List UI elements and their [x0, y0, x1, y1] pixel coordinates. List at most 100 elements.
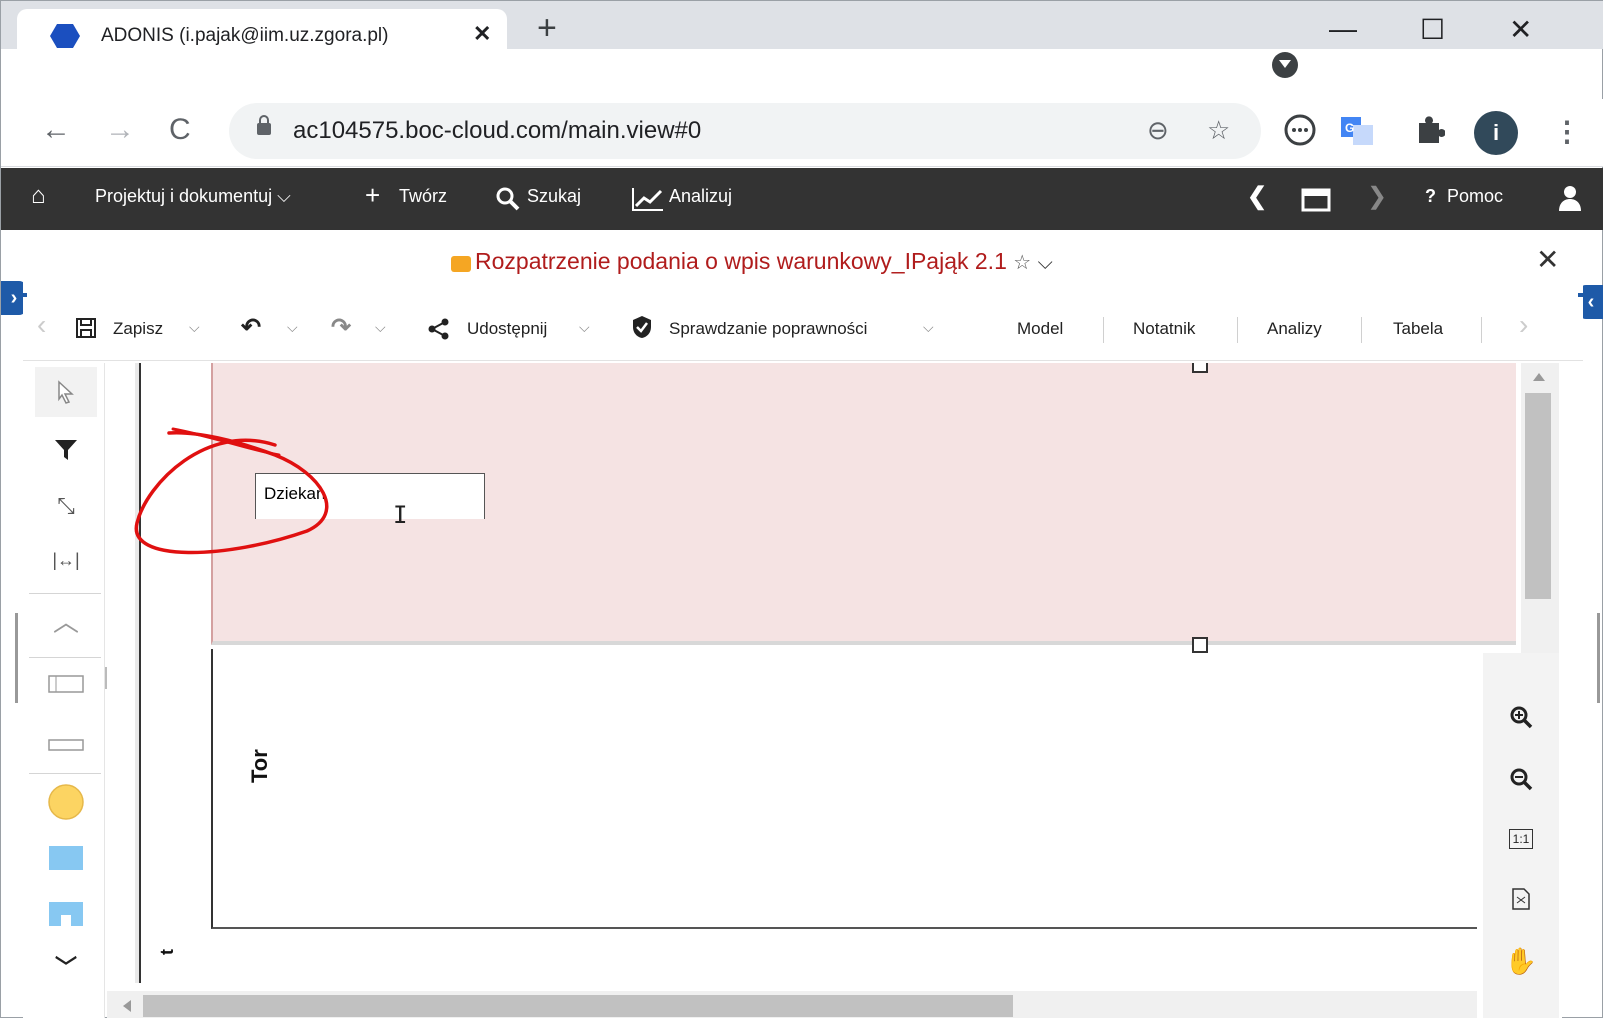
- connector-arrows-icon[interactable]: ⤡: [35, 481, 97, 531]
- nav-projektuj[interactable]: Projektuj i dokumentuj ⌵: [95, 186, 291, 207]
- tab-notatnik[interactable]: Notatnik: [1133, 319, 1195, 339]
- validate-button[interactable]: Sprawdzanie poprawności: [669, 319, 867, 339]
- resize-handle-top[interactable]: [1192, 363, 1208, 373]
- scroll-up-icon[interactable]: [1533, 373, 1545, 381]
- shield-check-icon: [633, 316, 651, 338]
- tab-strip: ADONIS (i.pajak@iim.uz.zgora.pl) ✕ + — ☐…: [1, 1, 1603, 57]
- horizontal-scrollbar[interactable]: [107, 991, 1477, 1018]
- nav-projektuj-label: Projektuj i dokumentuj: [95, 186, 273, 206]
- tab-search-icon[interactable]: [1272, 52, 1298, 78]
- home-icon[interactable]: ⌂: [31, 182, 46, 210]
- model-close-icon[interactable]: ✕: [1536, 243, 1559, 276]
- scroll-left-icon[interactable]: ‹: [37, 309, 46, 341]
- chart-line-icon: [632, 188, 663, 211]
- model-title[interactable]: Rozpatrzenie podania o wpis warunkowy_IP…: [475, 248, 1053, 275]
- chevron-up-icon[interactable]: ︿: [35, 597, 97, 647]
- lane[interactable]: [211, 649, 1477, 929]
- zoom-actual-size-button[interactable]: 1:1: [1503, 821, 1539, 857]
- maximize-icon[interactable]: ☐: [1420, 13, 1445, 46]
- tab-title: ADONIS (i.pajak@iim.uz.zgora.pl): [101, 25, 389, 46]
- zoom-controls: 1:1 ✋: [1483, 653, 1559, 1018]
- select-pointer-icon[interactable]: [35, 367, 97, 417]
- pan-hand-icon[interactable]: ✋: [1503, 943, 1539, 979]
- redo-icon[interactable]: ↷: [331, 313, 351, 342]
- bookmark-star-icon[interactable]: ☆: [1207, 115, 1230, 146]
- model-toolbar: ‹ Zapisz ⌵ ↶ ⌵ ↷ ⌵ Udostępnij ⌵ Sprawdza…: [23, 297, 1583, 361]
- resize-handle-bottom[interactable]: [1192, 637, 1208, 653]
- nav-pomoc[interactable]: Pomoc: [1447, 186, 1503, 207]
- profile-avatar[interactable]: i: [1474, 111, 1518, 155]
- address-bar[interactable]: ac104575.boc-cloud.com/main.view#0 ⊖ ☆: [229, 103, 1261, 159]
- filter-icon[interactable]: [35, 425, 97, 475]
- right-splitter[interactable]: [1597, 613, 1600, 703]
- extensions-puzzle-icon[interactable]: [1413, 113, 1445, 147]
- lane-shape-icon[interactable]: [35, 717, 97, 767]
- help-icon: ?: [1425, 186, 1436, 206]
- minimize-icon[interactable]: —: [1329, 13, 1357, 45]
- left-splitter[interactable]: [15, 613, 18, 703]
- extension-chat-icon[interactable]: [1283, 113, 1317, 147]
- subprocess-shape-icon[interactable]: [35, 889, 97, 939]
- pool-label: t: [157, 949, 177, 955]
- divider: [1103, 317, 1104, 343]
- zoom-1-1-label: 1:1: [1508, 829, 1534, 849]
- reload-icon[interactable]: C: [169, 113, 191, 147]
- zoom-out-icon[interactable]: [1503, 761, 1539, 797]
- browser-window: ADONIS (i.pajak@iim.uz.zgora.pl) ✕ + — ☐…: [0, 0, 1603, 1018]
- redo-dropdown-icon[interactable]: ⌵: [375, 319, 386, 336]
- activity-shape-icon[interactable]: [35, 833, 97, 883]
- vertical-scrollbar[interactable]: [1521, 363, 1559, 653]
- chevron-right-icon[interactable]: ❯: [1367, 182, 1387, 211]
- model-title-bar: Rozpatrzenie podania o wpis warunkowy_IP…: [23, 233, 1583, 293]
- model-icon: [451, 256, 471, 272]
- tab-tabela[interactable]: Tabela: [1393, 319, 1443, 339]
- divider: [29, 593, 101, 594]
- nav-tworz[interactable]: Twórz: [399, 186, 447, 207]
- undo-dropdown-icon[interactable]: ⌵: [287, 319, 298, 336]
- pool-shape-icon[interactable]: [35, 659, 97, 709]
- share-icon: [428, 318, 449, 340]
- save-button[interactable]: Zapisz: [113, 319, 163, 339]
- user-icon[interactable]: [1557, 184, 1583, 212]
- save-dropdown-icon[interactable]: ⌵: [189, 319, 200, 336]
- chevron-down-icon[interactable]: ⌵: [1038, 252, 1053, 274]
- adonis-hexagon-icon: [50, 24, 80, 48]
- chevron-down-icon[interactable]: ﹀: [35, 943, 97, 993]
- model-title-text: Rozpatrzenie podania o wpis warunkowy_IP…: [475, 248, 1007, 274]
- tab-model[interactable]: Model: [1017, 319, 1063, 339]
- fit-page-icon[interactable]: [1503, 881, 1539, 917]
- tab-analizy[interactable]: Analizy: [1267, 319, 1322, 339]
- validate-dropdown-icon[interactable]: ⌵: [923, 319, 934, 336]
- url-text: ac104575.boc-cloud.com/main.view#0: [293, 117, 702, 144]
- nav-analizuj[interactable]: Analizuj: [669, 186, 732, 207]
- undo-icon[interactable]: ↶: [241, 313, 261, 342]
- favorite-star-icon[interactable]: ☆: [1013, 252, 1031, 274]
- divider: [1481, 317, 1482, 343]
- nav-szukaj[interactable]: Szukaj: [527, 186, 581, 207]
- start-event-circle-icon[interactable]: [35, 777, 97, 827]
- zoom-out-icon[interactable]: ⊖: [1147, 115, 1169, 146]
- scroll-right-icon[interactable]: ›: [1519, 309, 1528, 341]
- app-nav-bar: ⌂ Projektuj i dokumentuj ⌵ + Twórz Szuka…: [1, 168, 1603, 230]
- new-tab-button[interactable]: +: [537, 9, 557, 48]
- window-icon[interactable]: [1301, 188, 1331, 212]
- browser-menu-icon[interactable]: ⋮: [1553, 115, 1581, 148]
- tab-close-icon[interactable]: ✕: [473, 21, 491, 47]
- zoom-in-icon[interactable]: [1503, 699, 1539, 735]
- scroll-left-arrow-icon[interactable]: [123, 1000, 131, 1012]
- horizontal-scroll-thumb[interactable]: [143, 995, 1013, 1017]
- google-translate-icon[interactable]: G: [1339, 113, 1375, 147]
- lane-label: Tor: [247, 749, 272, 783]
- share-button[interactable]: Udostępnij: [467, 319, 547, 339]
- window-close-icon[interactable]: ✕: [1509, 13, 1532, 46]
- vertical-scroll-thumb[interactable]: [1525, 393, 1551, 599]
- forward-arrow-icon[interactable]: →: [105, 113, 135, 147]
- share-dropdown-icon[interactable]: ⌵: [579, 319, 590, 336]
- save-disk-icon: [76, 318, 96, 338]
- chevron-left-icon[interactable]: ❮: [1247, 182, 1267, 211]
- svg-text:G: G: [1345, 121, 1354, 135]
- back-arrow-icon[interactable]: ←: [41, 113, 71, 147]
- fit-width-icon[interactable]: |↔|: [35, 535, 97, 585]
- browser-tab[interactable]: ADONIS (i.pajak@iim.uz.zgora.pl) ✕: [17, 9, 507, 57]
- divider: [1361, 317, 1362, 343]
